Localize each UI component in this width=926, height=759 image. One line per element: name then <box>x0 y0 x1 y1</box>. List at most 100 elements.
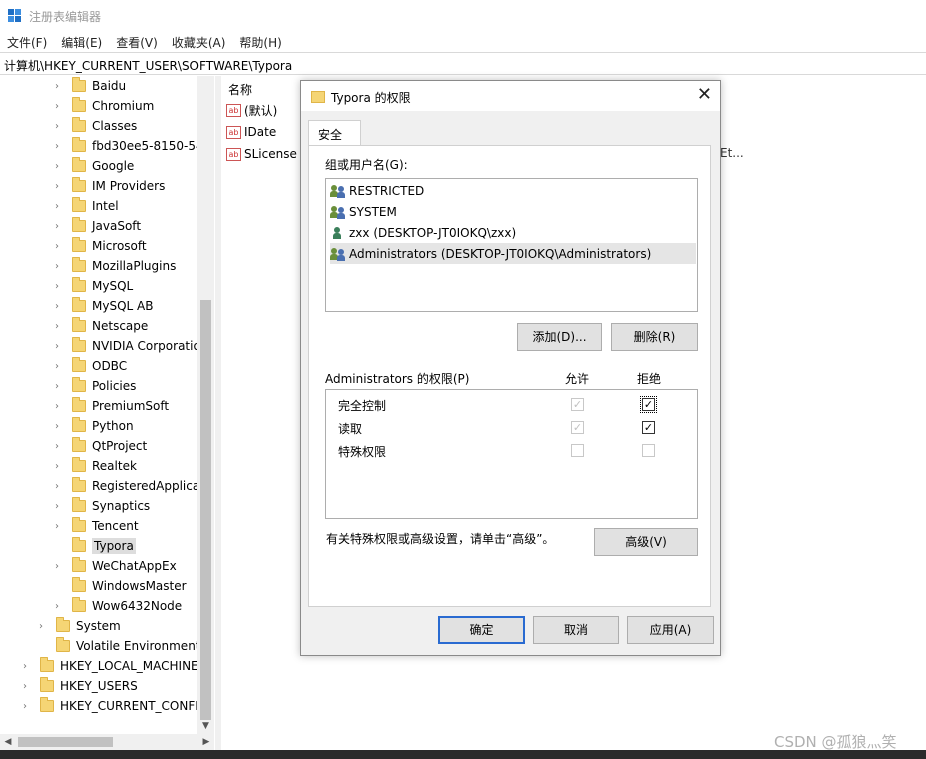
apply-button[interactable]: 应用(A) <box>627 616 714 644</box>
tree-horizontal-scrollbar[interactable]: ◀ ▶ <box>0 734 214 750</box>
list-item[interactable]: ab (默认) <box>226 100 277 120</box>
chevron-right-icon[interactable]: › <box>20 701 30 712</box>
user-item-administrators[interactable]: Administrators (DESKTOP-JT0IOKQ\Administ… <box>330 243 696 264</box>
tree-item[interactable]: › Baidu <box>52 76 126 96</box>
deny-header: 拒绝 <box>637 372 662 386</box>
chevron-right-icon[interactable]: › <box>52 401 62 412</box>
chevron-right-icon[interactable]: › <box>20 681 30 692</box>
chevron-right-icon[interactable]: › <box>52 301 62 312</box>
tree-item[interactable]: › Python <box>52 416 134 436</box>
chevron-right-icon[interactable]: › <box>52 221 62 232</box>
tree-item[interactable]: › NVIDIA Corporatio <box>52 336 201 356</box>
chevron-right-icon[interactable]: › <box>52 241 62 252</box>
menu-file[interactable]: 文件(F) <box>0 30 54 52</box>
user-item-system[interactable]: SYSTEM <box>330 201 696 222</box>
chevron-right-icon[interactable]: › <box>52 101 62 112</box>
tree-item[interactable]: › Tencent <box>52 516 139 536</box>
tree-item[interactable]: Volatile Environment <box>36 636 201 656</box>
tree-item[interactable]: › MySQL <box>52 276 133 296</box>
chevron-right-icon[interactable]: › <box>52 341 62 352</box>
tree-item[interactable]: › Synaptics <box>52 496 150 516</box>
chevron-right-icon[interactable]: › <box>52 281 62 292</box>
chevron-right-icon[interactable]: › <box>52 461 62 472</box>
list-item[interactable]: ab SLicense <box>226 144 297 164</box>
tree-item[interactable]: › HKEY_CURRENT_CONFIG <box>20 696 208 716</box>
chevron-right-icon[interactable]: › <box>36 621 46 632</box>
tree-item[interactable]: › Classes <box>52 116 137 136</box>
address-bar[interactable]: 计算机\HKEY_CURRENT_USER\SOFTWARE\Typora <box>0 52 926 75</box>
tree-item[interactable]: › MySQL AB <box>52 296 153 316</box>
remove-button[interactable]: 删除(R) <box>611 323 698 351</box>
folder-icon <box>72 577 86 592</box>
group-users-icon <box>330 205 346 219</box>
tree-item[interactable]: › Google <box>52 156 134 176</box>
deny-read-checkbox[interactable]: ✓ <box>642 421 655 434</box>
ok-button[interactable]: 确定 <box>438 616 525 644</box>
chevron-right-icon[interactable]: › <box>52 501 62 512</box>
tree-item-label: Volatile Environment <box>76 639 201 653</box>
scroll-left-icon[interactable]: ◀ <box>0 734 16 750</box>
folder-icon <box>72 457 86 472</box>
users-list[interactable]: RESTRICTED SYSTEM zxx (DESKTOP-JT0IOKQ\z… <box>325 178 698 312</box>
tree-item[interactable]: › fbd30ee5-8150-54 <box>52 136 204 156</box>
close-icon[interactable]: ✕ <box>697 85 712 105</box>
tree-item[interactable]: › Realtek <box>52 456 137 476</box>
menu-view[interactable]: 查看(V) <box>109 30 165 52</box>
tree-item[interactable]: › HKEY_LOCAL_MACHINE <box>20 656 199 676</box>
chevron-right-icon[interactable]: › <box>20 661 30 672</box>
menu-favorites[interactable]: 收藏夹(A) <box>165 30 233 52</box>
chevron-right-icon[interactable]: › <box>52 481 62 492</box>
tree-item[interactable]: › JavaSoft <box>52 216 141 236</box>
cancel-button[interactable]: 取消 <box>533 616 619 644</box>
chevron-right-icon[interactable]: › <box>52 361 62 372</box>
scroll-right-icon[interactable]: ▶ <box>198 734 214 750</box>
scrollbar-thumb-horizontal[interactable] <box>18 737 113 747</box>
folder-icon <box>40 657 54 672</box>
tree-item[interactable]: › WeChatAppEx <box>52 556 177 576</box>
tree-item[interactable]: Typora <box>52 536 136 556</box>
column-header-name[interactable]: 名称 <box>228 81 252 98</box>
tree-item[interactable]: › MozillaPlugins <box>52 256 176 276</box>
tree-vertical-scrollbar[interactable]: ▼ <box>197 76 214 735</box>
chevron-right-icon[interactable]: › <box>52 201 62 212</box>
user-item-restricted[interactable]: RESTRICTED <box>330 180 696 201</box>
menu-edit[interactable]: 编辑(E) <box>54 30 109 52</box>
chevron-right-icon[interactable]: › <box>52 381 62 392</box>
chevron-right-icon[interactable]: › <box>52 141 62 152</box>
tree-item[interactable]: › ODBC <box>52 356 127 376</box>
add-button[interactable]: 添加(D)... <box>517 323 602 351</box>
user-item-zxx[interactable]: zxx (DESKTOP-JT0IOKQ\zxx) <box>330 222 696 243</box>
chevron-right-icon[interactable]: › <box>52 261 62 272</box>
folder-icon <box>72 317 86 332</box>
chevron-right-icon[interactable]: › <box>52 561 62 572</box>
tree-item[interactable]: › IM Providers <box>52 176 165 196</box>
advanced-button[interactable]: 高级(V) <box>594 528 698 556</box>
chevron-right-icon[interactable]: › <box>52 421 62 432</box>
tree-item[interactable]: › RegisteredApplica <box>52 476 200 496</box>
tree-item[interactable]: › Policies <box>52 376 136 396</box>
menu-help[interactable]: 帮助(H) <box>232 30 288 52</box>
scroll-down-icon[interactable]: ▼ <box>197 718 214 735</box>
chevron-right-icon[interactable]: › <box>52 441 62 452</box>
tree-item[interactable]: › Wow6432Node <box>52 596 182 616</box>
tree-item[interactable]: › Chromium <box>52 96 154 116</box>
tree-item[interactable]: › Intel <box>52 196 119 216</box>
tree-item[interactable]: WindowsMaster <box>52 576 187 596</box>
tree-item[interactable]: › Netscape <box>52 316 148 336</box>
deny-full-control-checkbox[interactable]: ✓ <box>640 396 657 413</box>
chevron-right-icon[interactable]: › <box>52 161 62 172</box>
tree-item[interactable]: › PremiumSoft <box>52 396 169 416</box>
chevron-right-icon[interactable]: › <box>52 321 62 332</box>
chevron-right-icon[interactable]: › <box>52 81 62 92</box>
chevron-right-icon[interactable]: › <box>52 521 62 532</box>
scrollbar-thumb[interactable] <box>200 300 211 720</box>
tree-item[interactable]: › Microsoft <box>52 236 147 256</box>
tab-security[interactable]: 安全 <box>308 120 361 146</box>
tree-item[interactable]: › System <box>36 616 121 636</box>
list-item[interactable]: ab IDate <box>226 122 276 142</box>
chevron-right-icon[interactable]: › <box>52 121 62 132</box>
chevron-right-icon[interactable]: › <box>52 181 62 192</box>
tree-item[interactable]: › QtProject <box>52 436 147 456</box>
tree-item[interactable]: › HKEY_USERS <box>20 676 138 696</box>
chevron-right-icon[interactable]: › <box>52 601 62 612</box>
